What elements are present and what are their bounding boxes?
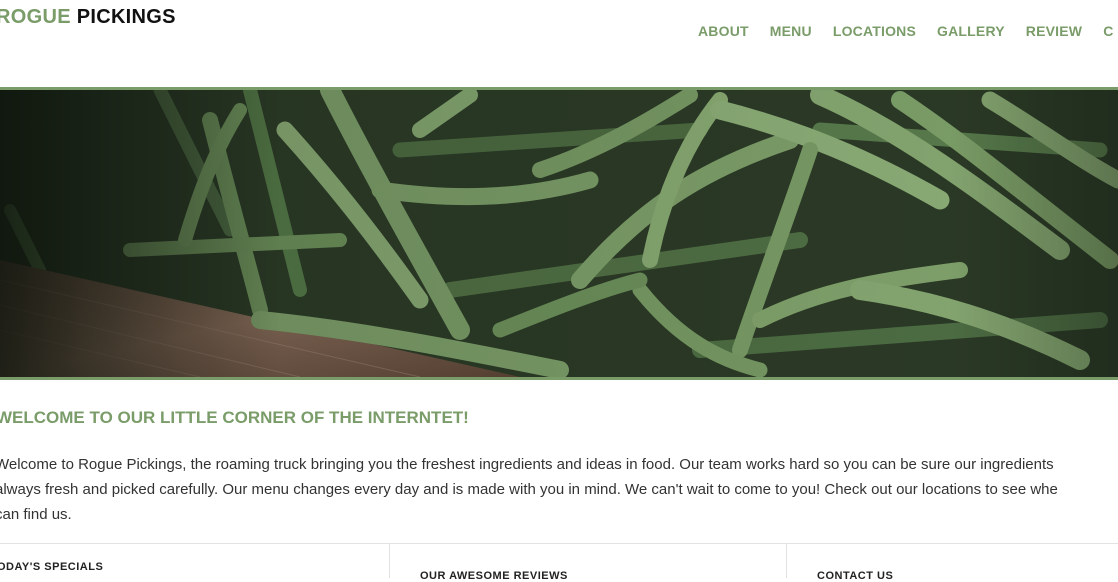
contact-column: CONTACT US — [786, 544, 1118, 582]
specials-column: ODAY'S SPECIALS — [0, 544, 389, 578]
reviews-heading: OUR AWESOME REVIEWS — [420, 570, 568, 582]
nav-about[interactable]: ABOUT — [698, 23, 749, 39]
contact-heading: CONTACT US — [817, 570, 894, 582]
welcome-line-1: Welcome to Rogue Pickings, the roaming t… — [0, 456, 1054, 473]
nav-menu[interactable]: MENU — [770, 23, 812, 39]
reviews-column: OUR AWESOME REVIEWS — [389, 544, 787, 582]
info-columns: ODAY'S SPECIALS OUR AWESOME REVIEWS CONT… — [0, 543, 1118, 582]
welcome-paragraph: Welcome to Rogue Pickings, the roaming t… — [0, 452, 1118, 527]
nav-locations[interactable]: LOCATIONS — [833, 23, 916, 39]
site-logo[interactable]: ROGUE PICKINGS — [0, 6, 176, 29]
specials-heading: ODAY'S SPECIALS — [0, 561, 104, 573]
nav-gallery[interactable]: GALLERY — [937, 23, 1005, 39]
welcome-heading: WELCOME TO OUR LITTLE CORNER OF THE INTE… — [0, 408, 469, 427]
logo-word-rogue: ROGUE — [0, 6, 71, 28]
nav-review[interactable]: REVIEW — [1026, 23, 1082, 39]
main-nav: ABOUT MENU LOCATIONS GALLERY REVIEW C — [698, 23, 1118, 41]
site-header: ROGUE PICKINGS ABOUT MENU LOCATIONS GALLERY… — [0, 0, 1118, 87]
welcome-line-3: can find us. — [0, 506, 72, 523]
hero-banner — [0, 87, 1118, 380]
nav-contact-partial[interactable]: C — [1103, 23, 1113, 39]
logo-word-pickings: PICKINGS — [76, 6, 176, 28]
hero-image-green-beans — [0, 90, 1118, 377]
welcome-line-2: always fresh and picked carefully. Our m… — [0, 481, 1058, 498]
